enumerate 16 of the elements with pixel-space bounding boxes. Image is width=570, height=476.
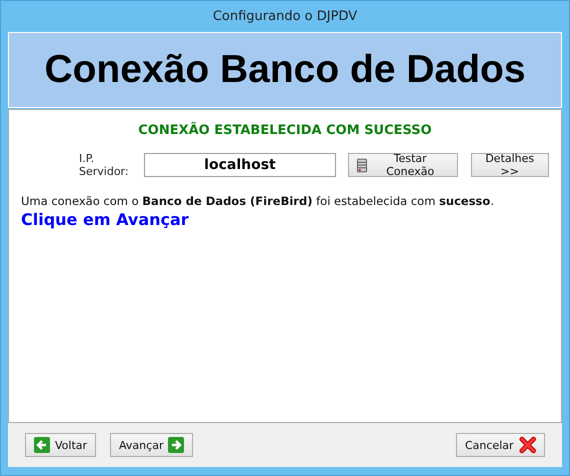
details-button[interactable]: Detalhes >> — [470, 153, 549, 177]
status-text: CONEXÃO ESTABELECIDA COM SUCESSO — [137, 123, 433, 138]
right-arrow-icon — [168, 437, 184, 453]
left-arrow-icon — [34, 437, 50, 453]
server-icon — [356, 158, 367, 172]
hint-text: Clique em Avançar — [21, 210, 190, 229]
window-title: Configurando o DJPDV — [212, 9, 358, 24]
cancel-button[interactable]: Cancelar — [456, 433, 545, 457]
back-button[interactable]: Voltar — [25, 433, 96, 457]
close-icon — [518, 436, 536, 454]
server-field[interactable]: localhost — [144, 153, 336, 177]
field-label: I.P. Servidor: — [79, 152, 130, 178]
next-button[interactable]: Avançar — [110, 433, 194, 457]
test-connection-button[interactable]: Testar Conexão — [348, 153, 458, 177]
message-text: Uma conexão com o Banco de Dados (FireBird) foi estabelecida com sucesso. — [21, 194, 495, 208]
header-title: Conexão Banco de Dados — [44, 48, 526, 92]
